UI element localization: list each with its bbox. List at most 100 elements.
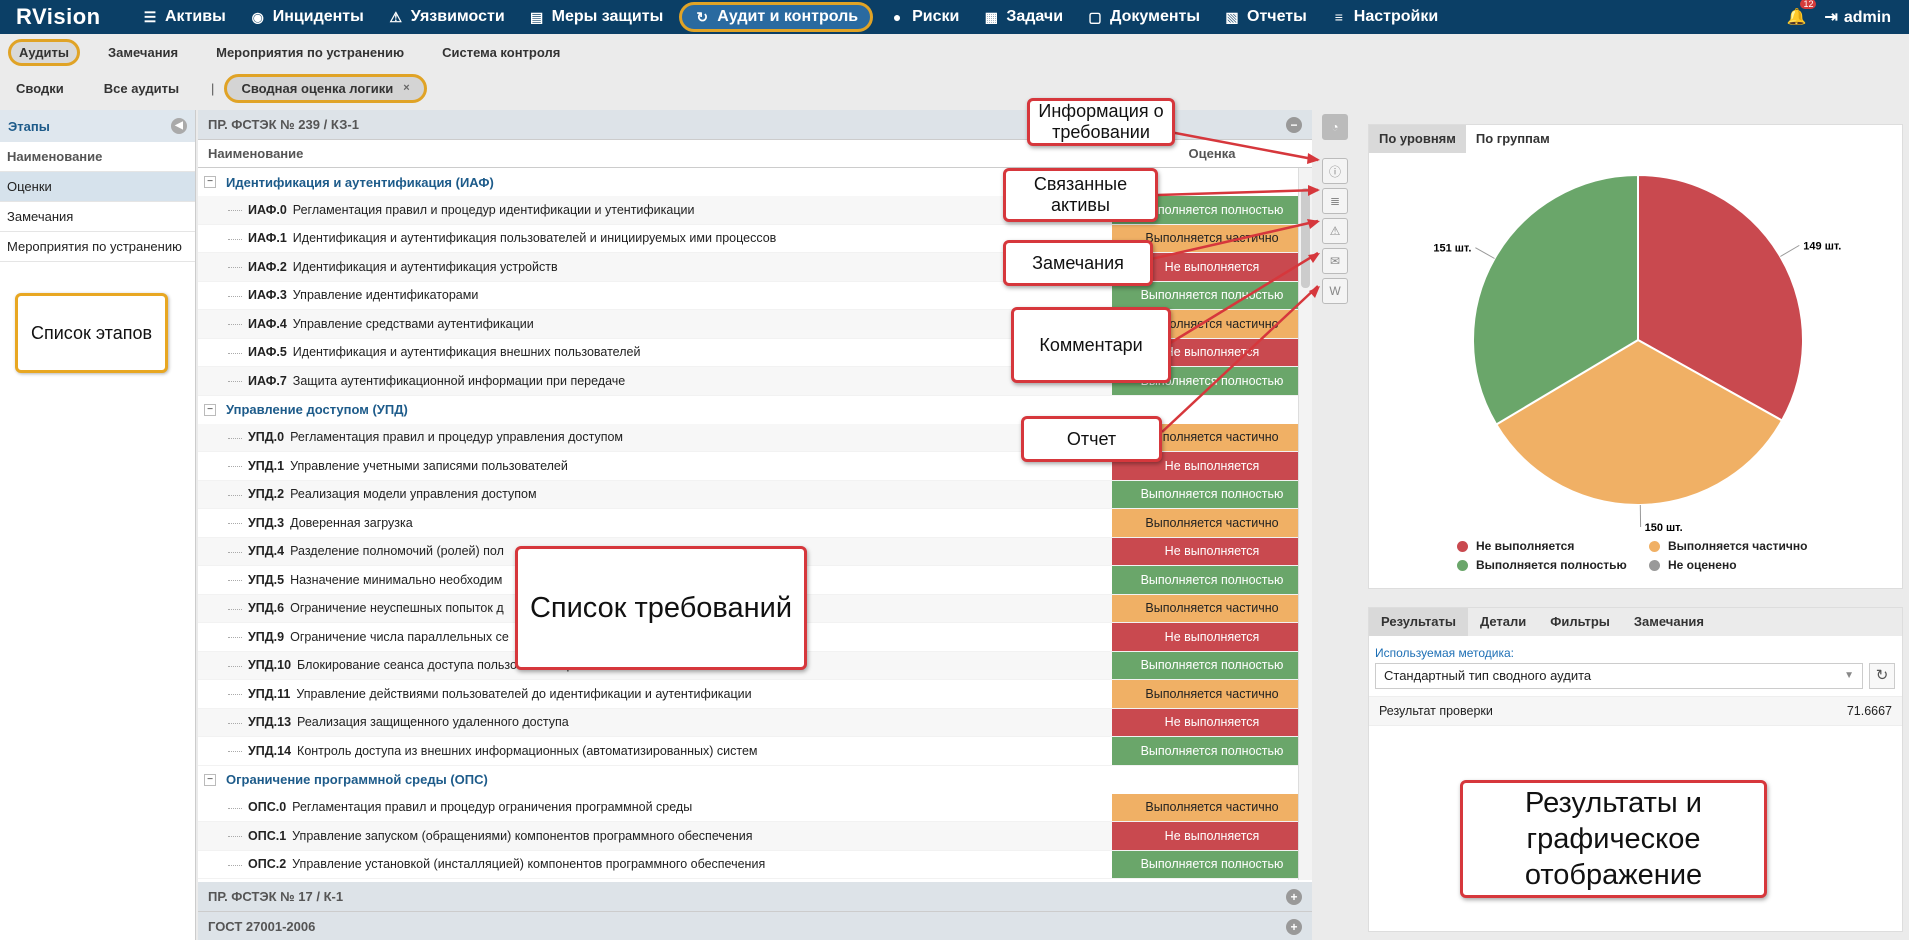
collapse-section-icon[interactable]: − bbox=[1286, 116, 1302, 133]
requirement-label: УПД.13 Реализация защищенного удаленного … bbox=[198, 715, 1112, 729]
summaries-tab[interactable]: Сводки bbox=[8, 76, 72, 101]
nav-item-5[interactable]: ● Риски bbox=[877, 0, 971, 34]
requirement-code: ИАФ.0 bbox=[248, 202, 287, 217]
requirement-row[interactable]: ОПС.2 Управление установкой (инсталляцией… bbox=[198, 850, 1312, 879]
nav-item-4[interactable]: ↻ Аудит и контроль bbox=[679, 2, 874, 32]
nav-item-9[interactable]: ≡ Настройки bbox=[1319, 0, 1450, 34]
tab-by-groups[interactable]: По группам bbox=[1466, 125, 1560, 153]
subtab-3[interactable]: Система контроля bbox=[432, 40, 570, 65]
collapsed-section-title-1: ПР. ФСТЭК № 17 / К-1 bbox=[208, 889, 344, 904]
collapsed-section-1[interactable]: ПР. ФСТЭК № 17 / К-1 + bbox=[198, 882, 1312, 912]
requirement-code: ИАФ.4 bbox=[248, 316, 287, 331]
nav-item-1[interactable]: ◉ Инциденты bbox=[238, 0, 376, 34]
requirements-scrollbar[interactable] bbox=[1298, 168, 1312, 880]
requirement-row[interactable]: ОПС.0 Регламентация правил и процедур огр… bbox=[198, 793, 1312, 822]
report-word-icon[interactable]: W bbox=[1322, 278, 1348, 304]
legend-label: Выполняется полностью bbox=[1476, 558, 1627, 572]
scrollbar-thumb[interactable] bbox=[1301, 188, 1310, 288]
nav-item-3[interactable]: ▤ Меры защиты bbox=[517, 0, 676, 34]
subtab-0[interactable]: Аудиты bbox=[8, 38, 81, 66]
requirement-status[interactable]: Выполняется полностью bbox=[1112, 850, 1312, 878]
requirement-label: ИАФ.4 Управление средствами аутентификаци… bbox=[198, 317, 1112, 331]
subtab-1[interactable]: Замечания bbox=[98, 40, 188, 65]
expand-section-icon[interactable]: + bbox=[1286, 888, 1302, 905]
app-logo[interactable]: RVision bbox=[0, 4, 130, 30]
legend-dot bbox=[1457, 559, 1468, 571]
tab-remarks[interactable]: Замечания bbox=[1622, 608, 1716, 636]
notification-count-badge: 12 bbox=[1800, 0, 1817, 9]
menu-icon: ≡ bbox=[1334, 9, 1343, 25]
remarks-warning-icon[interactable]: ⚠ bbox=[1322, 218, 1348, 244]
requirement-label: УПД.11 Управление действиями пользователе… bbox=[198, 687, 1112, 701]
tab-details[interactable]: Детали bbox=[1468, 608, 1538, 636]
refresh-icon[interactable]: ↻ bbox=[1869, 663, 1895, 689]
tab-by-levels[interactable]: По уровням bbox=[1369, 125, 1466, 153]
requirement-status[interactable]: Выполняется полностью bbox=[1112, 566, 1312, 594]
requirement-code: ИАФ.7 bbox=[248, 373, 287, 388]
collapsed-section-2[interactable]: ГОСТ 27001-2006 + bbox=[198, 912, 1312, 940]
requirement-status[interactable]: Не выполняется bbox=[1112, 822, 1312, 850]
requirement-code: ИАФ.5 bbox=[248, 345, 287, 360]
requirement-status[interactable]: Не выполняется bbox=[1112, 708, 1312, 736]
logout-icon: ⇥ bbox=[1824, 9, 1838, 26]
assets-database-icon[interactable]: ≣ bbox=[1322, 188, 1348, 214]
notifications-bell-icon[interactable]: 🔔 12 bbox=[1787, 0, 1817, 27]
collapsed-section-title-2: ГОСТ 27001-2006 bbox=[208, 919, 316, 934]
requirement-status[interactable]: Выполняется частично bbox=[1112, 793, 1312, 821]
target-icon: ◉ bbox=[251, 8, 264, 25]
stage-item[interactable]: Замечания bbox=[0, 202, 195, 232]
nav-item-label: Отчеты bbox=[1247, 8, 1307, 25]
nav-item-7[interactable]: ▢ Документы bbox=[1075, 0, 1212, 34]
pie-chart-icon[interactable]: ◔ bbox=[1322, 114, 1348, 140]
stage-item[interactable]: Оценки bbox=[0, 172, 195, 202]
nav-item-2[interactable]: ⚠ Уязвимости bbox=[376, 0, 517, 34]
user-menu[interactable]: ⇥ admin bbox=[1824, 7, 1891, 27]
expand-section-icon[interactable]: + bbox=[1286, 918, 1302, 935]
nav-item-label: Активы bbox=[165, 8, 226, 25]
requirement-status[interactable]: Не выполняется bbox=[1112, 623, 1312, 651]
tree-toggle-icon[interactable]: − bbox=[204, 176, 216, 188]
nav-item-6[interactable]: ▦ Задачи bbox=[971, 0, 1075, 34]
comments-icon[interactable]: ✉ bbox=[1322, 248, 1348, 274]
requirement-label: ИАФ.1 Идентификация и аутентификация поль… bbox=[198, 231, 1112, 245]
requirement-code: ИАФ.1 bbox=[248, 231, 287, 246]
tab-results[interactable]: Результаты bbox=[1369, 608, 1468, 636]
requirement-row[interactable]: УПД.2 Реализация модели управления доступ… bbox=[198, 480, 1312, 509]
requirement-status[interactable]: Выполняется полностью bbox=[1112, 651, 1312, 679]
summary-logic-tab[interactable]: Сводная оценка логики × bbox=[224, 73, 427, 103]
requirement-status[interactable]: Выполняется полностью bbox=[1112, 737, 1312, 765]
requirement-row[interactable]: УПД.11 Управление действиями пользователе… bbox=[198, 680, 1312, 709]
tree-toggle-icon[interactable]: − bbox=[204, 773, 216, 786]
tree-toggle-icon[interactable]: − bbox=[204, 403, 216, 416]
subtab-2[interactable]: Мероприятия по устранению bbox=[206, 40, 414, 65]
name-column-header[interactable]: Наименование bbox=[198, 146, 1112, 161]
requirement-code: УПД.14 bbox=[248, 743, 292, 758]
score-column-header[interactable]: Оценка bbox=[1112, 146, 1312, 161]
requirement-group[interactable]: − Ограничение программной среды (ОПС) bbox=[198, 766, 1312, 794]
nav-item-8[interactable]: ▧ Отчеты bbox=[1212, 0, 1319, 34]
requirement-row[interactable]: УПД.14 Контроль доступа из внешних информ… bbox=[198, 737, 1312, 766]
callout-results: Результаты и графическое отображение bbox=[1460, 780, 1767, 898]
requirement-status[interactable]: Не выполняется bbox=[1112, 537, 1312, 565]
method-select[interactable]: Стандартный тип сводного аудита ▼ bbox=[1375, 663, 1863, 689]
close-tab-icon[interactable]: × bbox=[403, 82, 409, 94]
nav-item-label: Задачи bbox=[1006, 8, 1064, 25]
all-audits-tab[interactable]: Все аудиты bbox=[96, 76, 187, 101]
requirement-label: ОПС.2 Управление установкой (инсталляцией… bbox=[198, 857, 1112, 871]
requirement-name: Регламентация правил и процедур идентифи… bbox=[292, 202, 695, 217]
requirement-status[interactable]: Выполняется частично bbox=[1112, 509, 1312, 537]
tab-filters[interactable]: Фильтры bbox=[1538, 608, 1622, 636]
requirement-row[interactable]: УПД.13 Реализация защищенного удаленного … bbox=[198, 708, 1312, 737]
requirement-status[interactable]: Выполняется полностью bbox=[1112, 480, 1312, 508]
collapse-left-icon[interactable]: ◀ bbox=[171, 118, 187, 134]
requirement-status[interactable]: Выполняется частично bbox=[1112, 594, 1312, 622]
legend-dot bbox=[1649, 540, 1660, 552]
info-icon[interactable]: ⓘ bbox=[1322, 158, 1348, 184]
legend-label: Не оценено bbox=[1668, 558, 1737, 572]
requirement-row[interactable]: ОПС.1 Управление запуском (обращениями) к… bbox=[198, 822, 1312, 851]
stage-item[interactable]: Мероприятия по устранению bbox=[0, 232, 195, 262]
requirement-status[interactable]: Выполняется частично bbox=[1112, 680, 1312, 708]
nav-item-0[interactable]: ☰ Активы bbox=[130, 0, 238, 34]
pie-data-label: 151 шт. bbox=[1433, 243, 1471, 255]
requirement-row[interactable]: УПД.3 Доверенная загрузка Выполняется част… bbox=[198, 509, 1312, 538]
